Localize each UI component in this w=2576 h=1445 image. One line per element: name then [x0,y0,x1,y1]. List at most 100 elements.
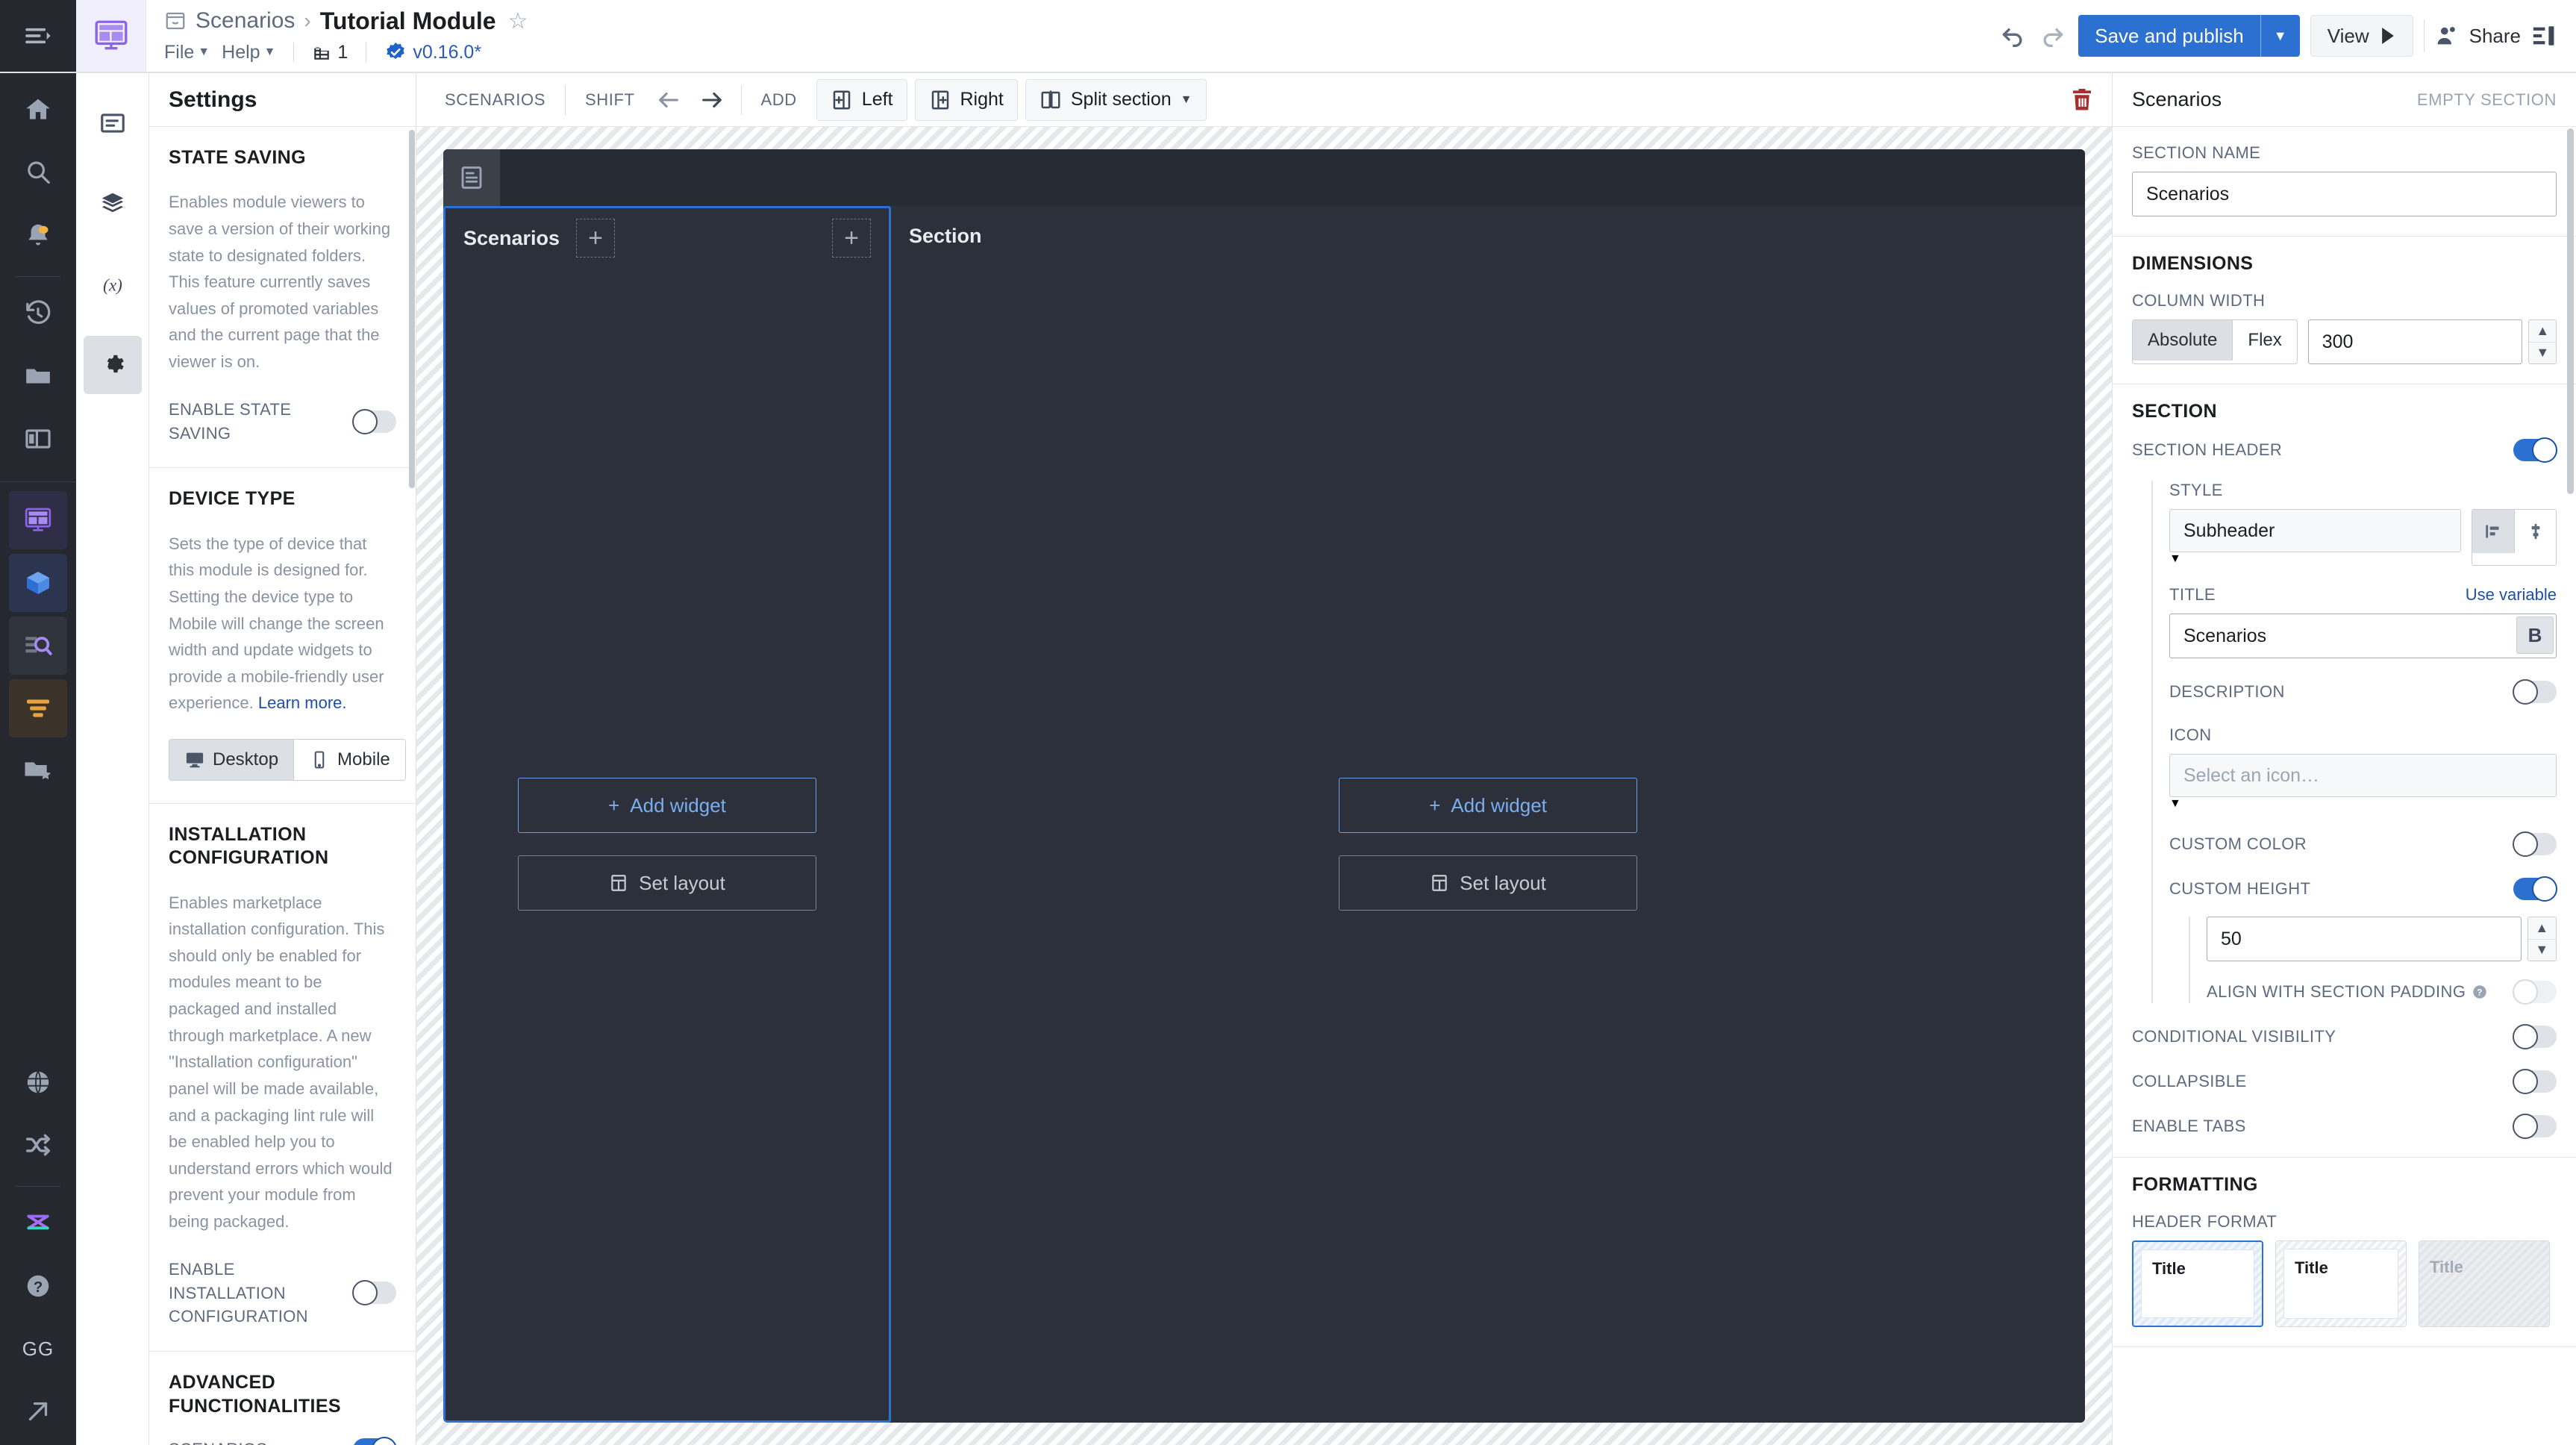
header-format-option-1-title: Title [2152,1259,2186,1278]
enable-tabs-toggle[interactable] [2513,1114,2557,1139]
properties-panel-scroll[interactable]: SECTION NAME DIMENSIONS COLUMN WIDTH Abs… [2113,127,2576,1445]
section-description: Enables marketplace installation configu… [169,893,393,1232]
section-description: Sets the type of device that this module… [169,531,396,717]
rail-item-help[interactable]: ? [9,1257,67,1315]
device-type-option-desktop[interactable]: Desktop [169,740,294,781]
width-mode-flex[interactable]: Flex [2232,320,2297,361]
rail-item-globe[interactable] [9,1053,67,1111]
strip-item-layers[interactable] [84,175,142,233]
app-logo[interactable] [76,0,146,72]
custom-color-toggle[interactable] [2513,831,2557,857]
spinner-up-icon[interactable]: ▲ [2529,320,2556,342]
custom-height-toggle[interactable] [2513,876,2557,902]
add-widget-button-left[interactable]: + Add widget [518,778,816,833]
version-badge[interactable]: v0.16.0* [384,41,481,63]
strip-item-variables[interactable]: (x) [84,255,142,313]
add-widget-button-right[interactable]: + Add widget [1339,778,1637,833]
delete-section-icon[interactable] [2069,87,2095,113]
align-with-section-padding-toggle[interactable] [2513,979,2557,1005]
strip-item-pages[interactable] [84,94,142,152]
organizations-count[interactable]: 1 [312,42,348,63]
save-and-publish-button[interactable]: Save and publish ▼ [2078,15,2300,57]
rail-item-history[interactable] [9,284,67,343]
add-right-label: Right [960,89,1004,110]
device-type-option-mobile[interactable]: Mobile [293,740,405,781]
enable-state-saving-toggle[interactable] [352,408,396,434]
rail-item-pipeline[interactable] [9,679,67,737]
rail-item-files[interactable] [9,347,67,405]
header-format-option-3[interactable]: Title [2419,1240,2550,1327]
right-panel-toggle-icon[interactable] [2531,23,2557,49]
style-select[interactable]: Subheader [2169,509,2461,552]
split-section-button[interactable]: Split section ▼ [1025,78,1207,121]
undo-icon[interactable] [1998,21,2028,51]
chevron-down-icon[interactable]: ▼ [2261,15,2300,57]
collapsible-toggle[interactable] [2513,1069,2557,1094]
settings-panel-scroll[interactable]: STATE SAVING Enables module viewers to s… [149,127,416,1445]
shift-left-icon[interactable] [647,81,690,119]
menu-file[interactable]: File ▼ [164,42,210,63]
shift-right-icon[interactable] [690,81,734,119]
toolbar-scenarios-label[interactable]: SCENARIOS [433,90,557,110]
spinner-up-icon[interactable]: ▲ [2528,917,2556,939]
rail-item-home[interactable] [9,81,67,139]
set-layout-button-right[interactable]: Set layout [1339,855,1637,911]
header-format-option-1[interactable]: Title [2132,1240,2263,1327]
settings-section-advanced-functionalities: ADVANCED FUNCTIONALITIES SCENARIOS AUTO-… [149,1352,416,1445]
rail-item-objects[interactable] [9,554,67,612]
rail-item-user-avatar[interactable]: GG [9,1320,67,1378]
rail-item-search[interactable] [9,143,67,202]
scenarios-toggle[interactable] [353,1436,397,1445]
title-area: Scenarios › Tutorial Module ☆ File ▼ Hel… [146,0,1998,72]
properties-panel-scrollbar[interactable] [2567,128,2574,494]
custom-height-input[interactable] [2207,917,2522,961]
bold-button[interactable]: B [2516,617,2554,654]
settings-panel-scrollbar[interactable] [409,130,415,488]
add-header-element-right-icon[interactable]: + [832,219,871,258]
learn-more-link[interactable]: Learn more. [258,693,347,712]
rail-item-open-external[interactable] [9,1382,67,1441]
divider [16,276,60,277]
icon-select[interactable]: Select an icon… [2169,754,2557,797]
breadcrumb-root[interactable]: Scenarios [196,8,295,34]
add-header-element-icon[interactable]: + [576,219,616,258]
set-layout-button-left[interactable]: Set layout [518,855,816,911]
menu-help[interactable]: Help ▼ [222,42,275,63]
section-name-input[interactable] [2132,172,2557,216]
width-mode-absolute[interactable]: Absolute [2133,320,2233,361]
add-left-button[interactable]: Left [816,78,907,121]
add-right-button[interactable]: Right [914,78,1018,121]
column-width-spinner[interactable]: ▲ ▼ [2528,319,2557,364]
align-left-button[interactable] [2472,510,2514,553]
column-width-input[interactable] [2307,319,2523,364]
section-header-toggle[interactable] [2513,437,2557,463]
enable-installation-configuration-toggle[interactable] [352,1280,396,1306]
description-toggle[interactable] [2513,679,2557,705]
spinner-down-icon[interactable]: ▼ [2527,938,2556,961]
settings-icon-strip: (x) [76,73,149,1445]
align-vertical-center-button[interactable] [2514,510,2556,553]
header-format-option-2[interactable]: Title [2275,1240,2407,1327]
module-page-tab[interactable] [443,149,500,206]
rail-item-ai[interactable] [9,1194,67,1252]
conditional-visibility-toggle[interactable] [2513,1024,2557,1049]
collapse-sidebar-icon[interactable] [23,21,53,51]
rail-item-workshop[interactable] [9,491,67,549]
share-button[interactable]: Share [2435,23,2521,49]
rail-item-shuffle[interactable] [9,1116,67,1174]
rail-item-saved-folders[interactable] [9,742,67,800]
custom-height-spinner[interactable]: ▲ ▼ [2527,917,2557,961]
use-variable-link[interactable]: Use variable [2466,585,2557,605]
help-icon[interactable]: ? [2472,984,2488,1000]
redo-icon[interactable] [2038,21,2068,51]
rail-item-notifications[interactable] [9,206,67,264]
section-unnamed[interactable]: Section + Add widget Set layout [891,206,2085,1423]
strip-item-settings[interactable] [83,336,142,394]
view-button[interactable]: View [2310,15,2413,57]
title-input[interactable] [2169,614,2557,658]
rail-item-layout[interactable] [9,410,67,468]
spinner-down-icon[interactable]: ▼ [2529,341,2556,364]
rail-item-object-explorer[interactable] [9,617,67,675]
section-scenarios[interactable]: Scenarios + + + Add widget Set layout [443,206,891,1423]
favorite-star-icon[interactable]: ☆ [508,8,528,34]
